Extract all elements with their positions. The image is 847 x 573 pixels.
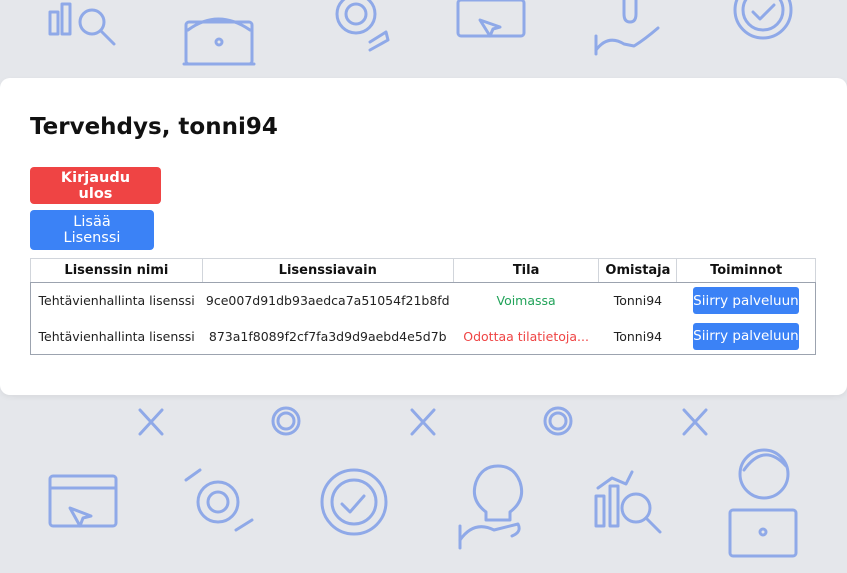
add-license-button[interactable]: Lisää Lisenssi [30,210,154,250]
tools-icon [138,408,164,436]
license-status: Voimassa [496,293,556,309]
column-header-status: Tila [452,258,600,283]
license-action-cell: Siirry palveluun [677,319,816,355]
gear-hand-icon [335,0,390,52]
tools-icon [682,408,708,436]
logout-button[interactable]: Kirjaudu ulos [30,167,161,204]
lightbulb-hand-icon [594,0,660,56]
www-browser-icon [48,474,118,528]
gear-icon [543,406,573,436]
table-header-row: Lisenssin nimi Lisenssiavain Tila Omista… [30,258,816,283]
license-key: 873a1f8089f2cf7fa3d9d9aebd4e5d7b [208,328,447,344]
analytics-search-icon [48,2,116,46]
column-header-name: Lisenssin nimi [30,258,203,283]
license-status: Odottaa tilatietoja... [463,328,589,344]
license-name: Tehtävienhallinta lisenssi [38,293,195,309]
go-to-service-button[interactable]: Siirry palveluun [692,322,799,350]
person-laptop-icon [728,448,798,558]
www-browser-icon [456,0,526,38]
license-table: Lisenssin nimi Lisenssiavain Tila Omista… [30,258,816,355]
license-owner: Tonni94 [613,328,663,344]
page-title: Tervehdys, tonni94 [30,114,278,140]
column-header-actions: Toiminnot [676,258,816,283]
license-owner: Tonni94 [613,293,663,309]
person-laptop-icon [182,17,256,66]
license-key: 9ce007d91db93aedca7a51054f21b8fd [205,293,450,309]
gear-check-icon [733,0,793,40]
table-row: Tehtävienhallinta lisenssi 873a1f8089f2c… [31,319,816,355]
go-to-service-button[interactable]: Siirry palveluun [692,287,799,315]
column-header-owner: Omistaja [598,258,678,283]
table-row: Tehtävienhallinta lisenssi 9ce007d91db93… [31,283,816,319]
lightbulb-hand-icon [458,464,524,550]
gear-hand-icon [184,468,254,532]
tools-icon [410,408,436,436]
analytics-search-icon [594,470,662,534]
column-header-key: Lisenssiavain [201,258,454,283]
license-action-cell: Siirry palveluun [677,283,816,319]
gear-icon [271,406,301,436]
license-name: Tehtävienhallinta lisenssi [38,328,195,344]
gear-check-icon [320,468,388,536]
